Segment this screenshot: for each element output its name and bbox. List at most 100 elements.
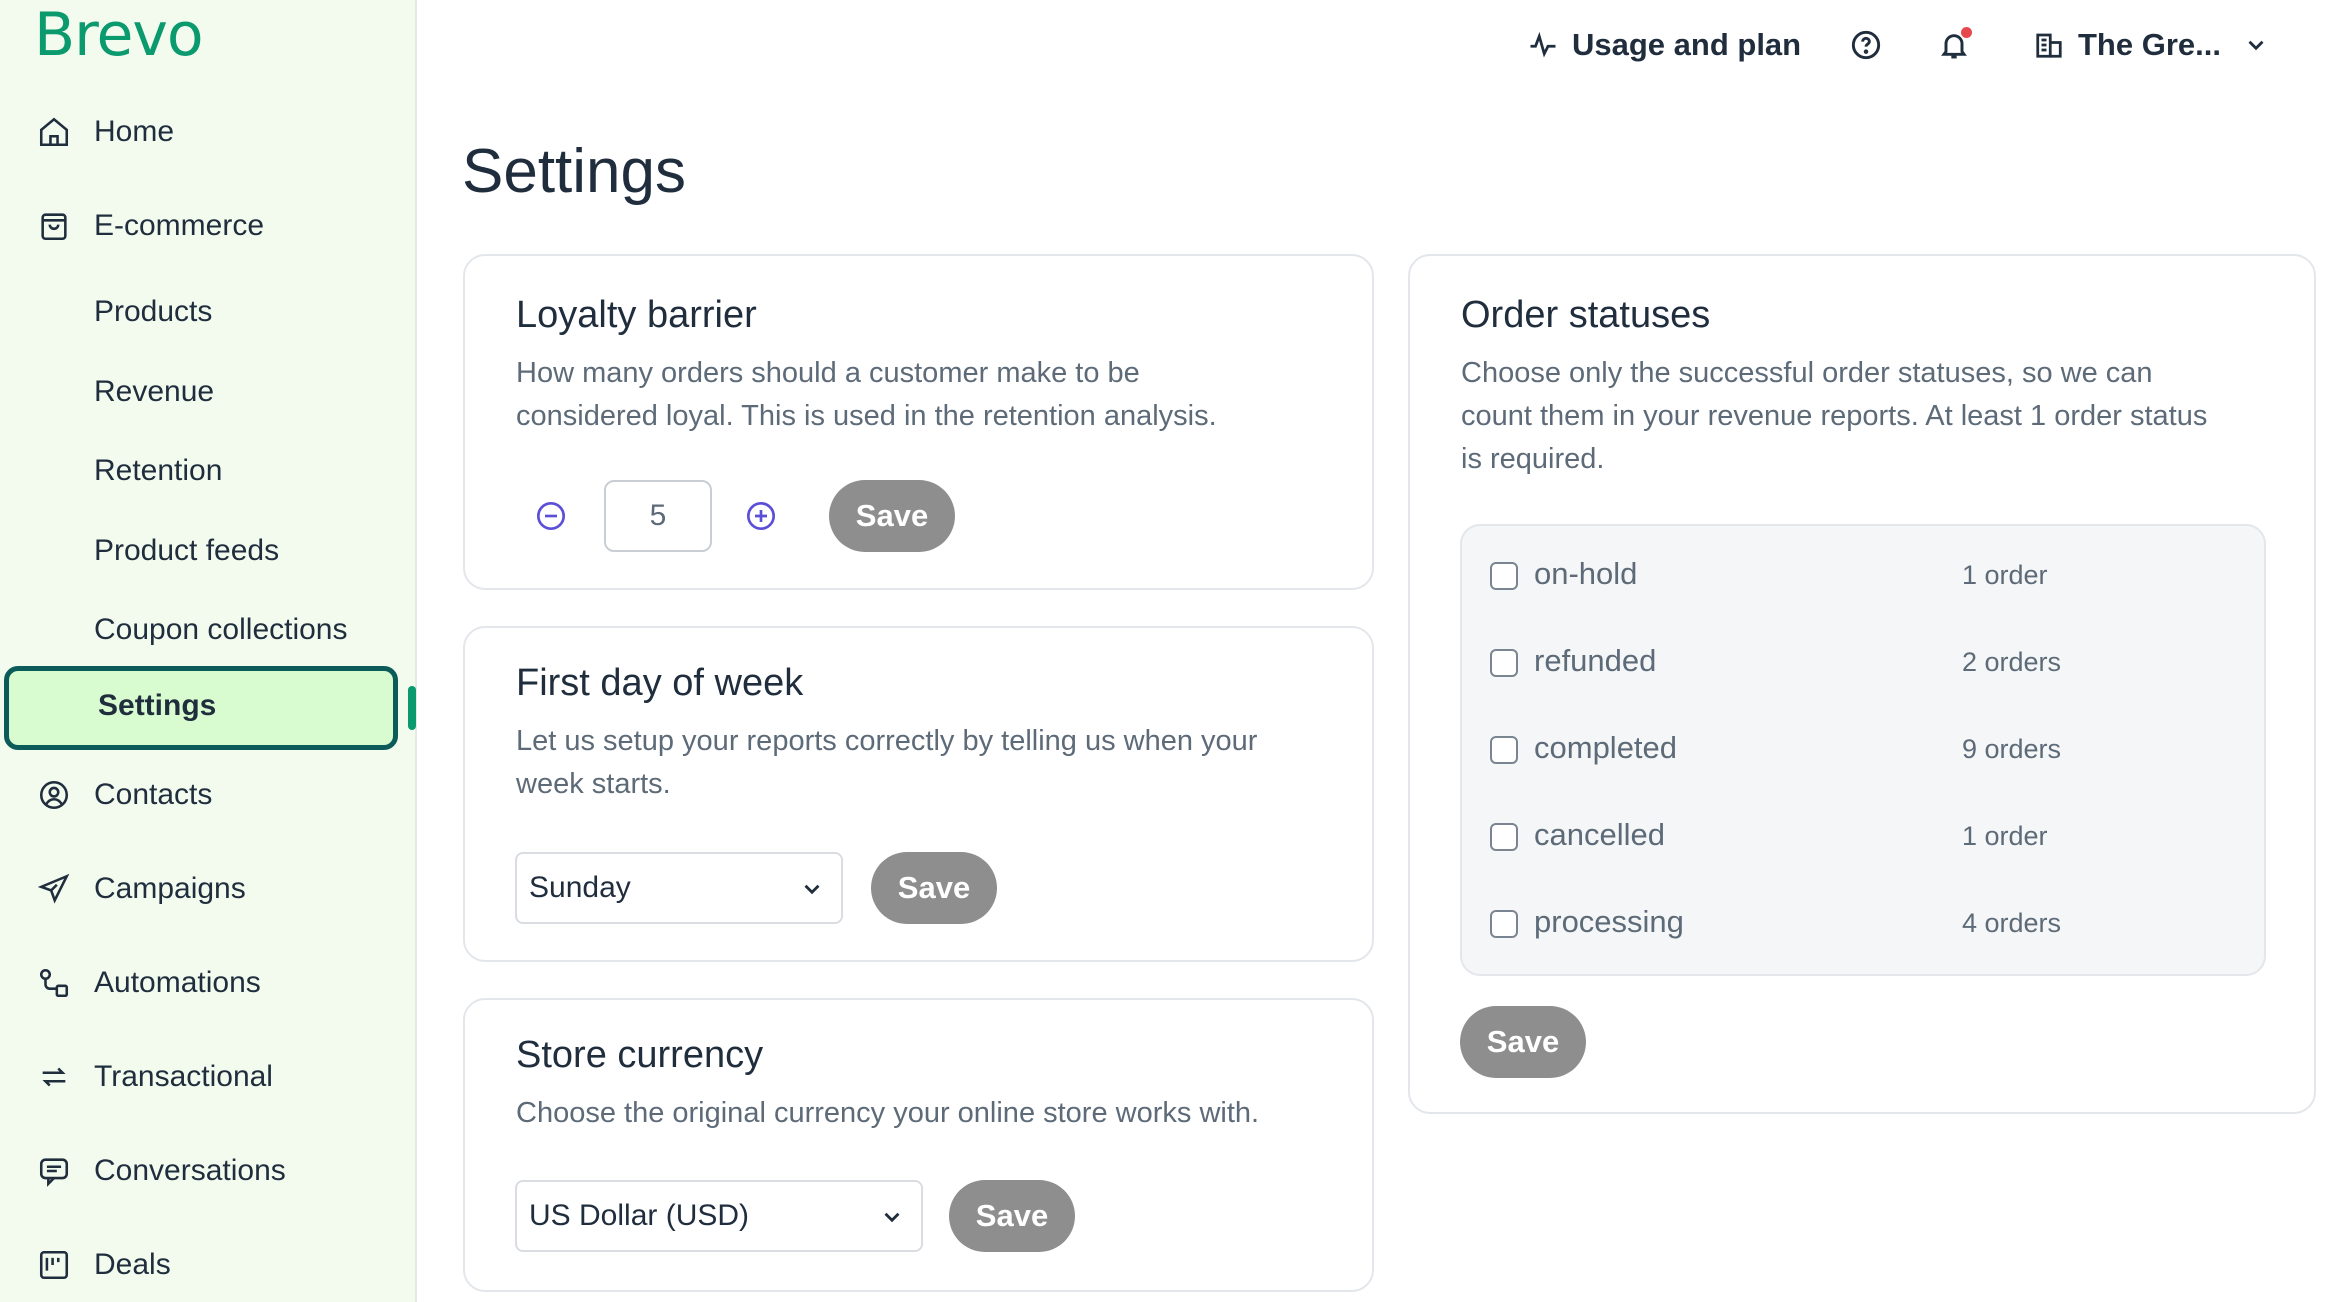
shopping-bag-icon xyxy=(36,208,72,244)
usage-and-plan-link[interactable]: Usage and plan xyxy=(1528,20,1801,70)
sidebar-item-automations[interactable]: Automations xyxy=(0,953,400,1013)
sidebar-item-label: Retention xyxy=(94,454,223,487)
loyalty-barrier-title: Loyalty barrier xyxy=(516,294,757,336)
order-status-list: on-hold 1 order refunded 2 orders comple… xyxy=(1460,524,2266,976)
store-currency-title: Store currency xyxy=(516,1034,764,1076)
order-statuses-save-button[interactable]: Save xyxy=(1460,1006,1586,1078)
description-line: is required. xyxy=(1461,443,1605,475)
sidebar-item-campaigns[interactable]: Campaigns xyxy=(0,859,400,919)
first-day-select[interactable]: Sunday xyxy=(515,852,843,924)
activity-icon xyxy=(1528,30,1558,60)
contact-icon xyxy=(36,777,72,813)
sidebar-item-coupon-collections[interactable]: Coupon collections xyxy=(0,600,400,660)
store-currency-description: Choose the original currency your online… xyxy=(516,1097,1260,1129)
status-label: refunded xyxy=(1534,643,1657,678)
increment-button[interactable] xyxy=(745,500,777,532)
sidebar-item-retention[interactable]: Retention xyxy=(0,441,400,501)
chevron-down-icon xyxy=(879,1204,905,1238)
sidebar-item-settings[interactable]: Settings xyxy=(4,666,398,750)
chat-icon xyxy=(36,1153,72,1189)
help-button[interactable] xyxy=(1850,20,1882,70)
status-checkbox[interactable] xyxy=(1490,736,1518,764)
account-switcher[interactable]: The Gre... xyxy=(2034,20,2269,70)
automation-icon xyxy=(36,965,72,1001)
transactional-icon xyxy=(36,1059,72,1095)
notification-dot xyxy=(1961,27,1972,38)
active-indicator xyxy=(408,686,416,730)
status-checkbox[interactable] xyxy=(1490,910,1518,938)
list-item[interactable]: refunded 2 orders xyxy=(1490,643,2250,687)
order-statuses-description: Choose only the successful order statuse… xyxy=(1461,352,2207,481)
status-count: 1 order xyxy=(1962,560,2048,590)
help-icon xyxy=(1850,29,1882,61)
status-count: 9 orders xyxy=(1962,734,2062,764)
sidebar-item-product-feeds[interactable]: Product feeds xyxy=(0,521,400,581)
status-label: on-hold xyxy=(1534,556,1638,591)
status-label: cancelled xyxy=(1534,817,1665,852)
sidebar-item-label: Home xyxy=(94,115,175,148)
first-day-of-week-description: Let us setup your reports correctly by t… xyxy=(516,720,1257,806)
sidebar: Brevo Home E-commerce Products Revenue R… xyxy=(0,0,417,1302)
sidebar-item-contacts[interactable]: Contacts xyxy=(0,765,400,825)
notifications-button[interactable] xyxy=(1938,20,1972,70)
description-line: count them in your revenue reports. At l… xyxy=(1461,400,2208,432)
description-line: How many orders should a customer make t… xyxy=(516,357,1140,389)
status-count: 1 order xyxy=(1962,821,2048,851)
building-icon xyxy=(2034,30,2064,60)
description-line: considered loyal. This is used in the re… xyxy=(516,400,1217,432)
list-item[interactable]: cancelled 1 order xyxy=(1490,817,2250,861)
status-checkbox[interactable] xyxy=(1490,562,1518,590)
sidebar-item-deals[interactable]: Deals xyxy=(0,1235,400,1295)
sidebar-item-label: Revenue xyxy=(94,375,215,408)
sidebar-item-home[interactable]: Home xyxy=(0,102,400,162)
chevron-down-icon xyxy=(2243,32,2269,58)
sidebar-item-transactional[interactable]: Transactional xyxy=(0,1047,400,1107)
status-count: 4 orders xyxy=(1962,908,2062,938)
status-label: processing xyxy=(1534,904,1684,939)
loyalty-barrier-description: How many orders should a customer make t… xyxy=(516,352,1217,438)
sidebar-item-conversations[interactable]: Conversations xyxy=(0,1141,400,1201)
sidebar-item-label: Products xyxy=(94,295,213,328)
week-save-button[interactable]: Save xyxy=(871,852,997,924)
bell-icon xyxy=(1938,27,1972,61)
description-line: Choose only the successful order statuse… xyxy=(1461,357,2153,389)
sidebar-item-label: Product feeds xyxy=(94,534,280,567)
currency-selected-value: US Dollar (USD) xyxy=(529,1199,750,1232)
usage-and-plan-label: Usage and plan xyxy=(1572,27,1802,62)
deals-icon xyxy=(36,1247,72,1283)
page-title: Settings xyxy=(462,137,687,206)
list-item[interactable]: completed 9 orders xyxy=(1490,730,2250,774)
sidebar-item-label: Automations xyxy=(94,966,261,999)
currency-select[interactable]: US Dollar (USD) xyxy=(515,1180,923,1252)
sidebar-item-label: Contacts xyxy=(94,778,213,811)
brevo-logo[interactable]: Brevo xyxy=(34,0,204,70)
status-count: 2 orders xyxy=(1962,647,2062,677)
status-checkbox[interactable] xyxy=(1490,823,1518,851)
description-line: Let us setup your reports correctly by t… xyxy=(516,725,1258,757)
first-day-of-week-title: First day of week xyxy=(516,662,804,704)
sidebar-item-label: Coupon collections xyxy=(94,613,348,646)
description-line: week starts. xyxy=(516,768,671,800)
loyalty-quantity-input[interactable]: 5 xyxy=(604,480,712,552)
status-label: completed xyxy=(1534,730,1678,765)
list-item[interactable]: processing 4 orders xyxy=(1490,904,2250,948)
first-day-selected-value: Sunday xyxy=(529,871,631,904)
currency-save-button[interactable]: Save xyxy=(949,1180,1075,1252)
decrement-button[interactable] xyxy=(535,500,567,532)
account-name: The Gre... xyxy=(2078,27,2221,62)
sidebar-item-label: Settings xyxy=(98,689,217,722)
loyalty-save-button[interactable]: Save xyxy=(829,480,955,552)
sidebar-item-label: E-commerce xyxy=(94,209,265,242)
sidebar-item-products[interactable]: Products xyxy=(0,282,400,342)
sidebar-item-label: Deals xyxy=(94,1248,171,1281)
sidebar-item-revenue[interactable]: Revenue xyxy=(0,362,400,422)
sidebar-item-label: Campaigns xyxy=(94,872,246,905)
order-statuses-title: Order statuses xyxy=(1461,294,1711,336)
home-icon xyxy=(36,114,72,150)
send-icon xyxy=(36,871,72,907)
status-checkbox[interactable] xyxy=(1490,649,1518,677)
list-item[interactable]: on-hold 1 order xyxy=(1490,556,2250,600)
sidebar-item-ecommerce[interactable]: E-commerce xyxy=(0,196,400,256)
chevron-down-icon xyxy=(799,876,825,910)
sidebar-item-label: Conversations xyxy=(94,1154,286,1187)
